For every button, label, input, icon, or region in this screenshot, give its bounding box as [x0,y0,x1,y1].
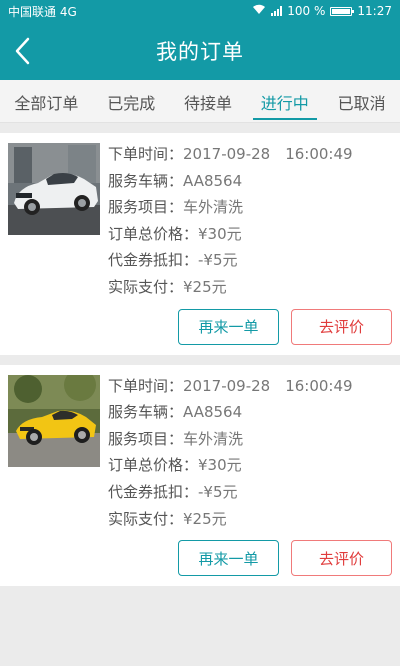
total-row: 订单总价格：¥30元 [108,221,353,248]
service-value: 车外清洗 [183,429,244,448]
car-photo [8,143,100,235]
status-bar: 中国联通 4G 100 % 11:27 [0,0,400,22]
battery-percent: 100 % [287,4,326,18]
order-time-row: 下单时间：2017-09-28 16:00:49 [108,141,353,168]
wifi-icon [252,4,266,18]
battery-fill [332,8,351,14]
signal-icon [271,6,283,16]
total-value: ¥30元 [198,224,242,243]
status-icons: 100 % 11:27 [252,4,392,18]
carrier-label: 中国联通 4G [8,4,77,19]
reorder-button[interactable]: 再来一单 [178,540,279,577]
order-time-label: 下单时间： [108,145,184,163]
order-card: 下单时间：2017-09-28 16:00:49 服务车辆：AA8564 服务项… [0,364,400,587]
total-value: ¥30元 [198,456,242,475]
tab-in-progress[interactable]: 进行中 [252,80,317,122]
vehicle-value: AA8564 [183,171,243,190]
clock: 11:27 [357,4,392,18]
coupon-value: -¥5元 [198,482,238,501]
title-bar: 我的订单 [0,22,400,80]
service-value: 车外清洗 [183,198,244,217]
vehicle-value: AA8564 [183,403,243,422]
order-time-label: 下单时间： [108,376,184,395]
order-tabs: 全部订单 已完成 待接单 进行中 已取消 [0,80,400,123]
vehicle-row: 服务车辆：AA8564 [108,168,353,195]
review-button[interactable]: 去评价 [291,540,392,577]
total-label: 订单总价格： [108,456,199,475]
order-time-value: 2017-09-28 16:00:49 [183,376,353,395]
back-button[interactable] [10,36,38,66]
service-label: 服务项目： [108,429,184,448]
order-time-row: 下单时间：2017-09-28 16:00:49 [108,373,353,400]
service-row: 服务项目：车外清洗 [108,426,353,453]
tab-cancelled[interactable]: 已取消 [334,80,390,122]
coupon-label: 代金券抵扣： [108,482,199,501]
total-row: 订单总价格：¥30元 [108,452,353,479]
order-info: 下单时间：2017-09-28 16:00:49 服务车辆：AA8564 服务项… [108,373,353,533]
paid-row: 实际支付：¥25元 [108,274,353,301]
order-time-value: 2017-09-28 16:00:49 [183,145,353,163]
vehicle-label: 服务车辆： [108,403,184,422]
paid-label: 实际支付： [108,277,184,296]
total-label: 订单总价格： [108,224,199,243]
order-info: 下单时间：2017-09-28 16:00:49 服务车辆：AA8564 服务项… [108,141,353,301]
paid-value: ¥25元 [183,277,227,296]
page-title: 我的订单 [156,40,244,64]
tab-all[interactable]: 全部订单 [10,80,82,122]
car-photo [8,368,100,467]
order-card: 下单时间：2017-09-28 16:00:49 服务车辆：AA8564 服务项… [0,133,400,355]
vehicle-label: 服务车辆： [108,171,184,190]
battery-icon [330,6,355,16]
review-button[interactable]: 去评价 [291,308,392,345]
coupon-row: 代金券抵扣：-¥5元 [108,479,353,506]
service-row: 服务项目：车外清洗 [108,194,353,221]
tab-completed[interactable]: 已完成 [103,80,159,122]
chevron-left-icon [15,37,30,65]
paid-label: 实际支付： [108,509,184,528]
service-label: 服务项目： [108,198,184,217]
paid-row: 实际支付：¥25元 [108,506,353,533]
order-actions: 再来一单 去评价 [8,308,392,345]
vehicle-row: 服务车辆：AA8564 [108,399,353,426]
order-actions: 再来一单 去评价 [8,540,392,577]
coupon-label: 代金券抵扣： [108,251,199,270]
tab-pending[interactable]: 待接单 [180,80,236,122]
paid-value: ¥25元 [183,509,227,528]
reorder-button[interactable]: 再来一单 [178,308,279,345]
coupon-row: 代金券抵扣：-¥5元 [108,247,353,274]
coupon-value: -¥5元 [198,251,238,270]
